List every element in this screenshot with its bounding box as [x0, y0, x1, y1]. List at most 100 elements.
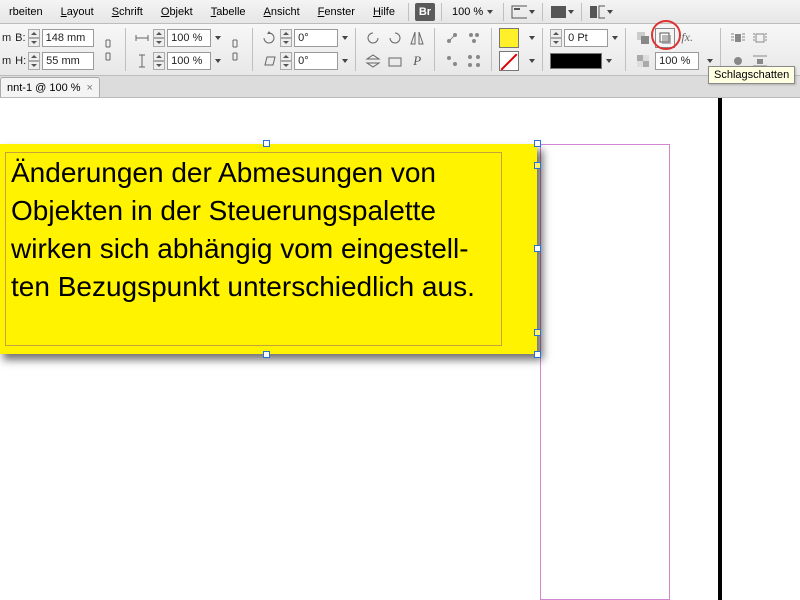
fill-swatch[interactable]	[499, 28, 519, 48]
menu-bar: rbeiten Layout Schrift Objekt Tabelle An…	[0, 0, 800, 24]
bridge-icon[interactable]: Br	[415, 3, 435, 21]
rotate-cw-icon[interactable]	[385, 28, 405, 48]
separator	[625, 28, 626, 71]
stroke-swatch[interactable]	[499, 51, 519, 71]
menu-separator	[503, 3, 504, 21]
opacity-field[interactable]: 100 %	[655, 52, 699, 70]
fill-stroke-column	[499, 26, 535, 73]
chevron-down-icon[interactable]	[529, 36, 535, 40]
rotate-field[interactable]: 0°	[294, 29, 338, 47]
chevron-down-icon[interactable]	[529, 59, 535, 63]
document-tab[interactable]: nnt-1 @ 100 % ×	[0, 77, 100, 97]
rotate-column: 0° 0°	[260, 26, 348, 73]
chevron-down-icon	[568, 10, 574, 14]
menu-hilfe[interactable]: Hilfe	[366, 4, 402, 20]
constrain-proportions-icon[interactable]	[98, 40, 118, 60]
scale-y-stepper[interactable]	[153, 52, 165, 70]
margin-guide	[540, 144, 670, 600]
shear-field[interactable]: 0°	[294, 52, 338, 70]
menu-separator	[542, 3, 543, 21]
shear-stepper[interactable]	[280, 52, 292, 70]
shear-icon	[260, 52, 278, 70]
separator	[720, 28, 721, 71]
height-label: H:	[15, 55, 26, 67]
select-container-icon[interactable]	[385, 51, 405, 71]
document-tab-title: nnt-1 @ 100 %	[7, 82, 81, 94]
scale-x-icon	[133, 29, 151, 47]
select-previous-icon[interactable]	[464, 28, 484, 48]
apply-effect-icon[interactable]	[633, 28, 653, 48]
stroke-column: 0 Pt	[550, 26, 618, 73]
menu-edit[interactable]: rbeiten	[2, 4, 50, 20]
chevron-down-icon	[215, 36, 221, 40]
opacity-icon	[633, 51, 653, 71]
stroke-style-swatch[interactable]	[550, 53, 602, 69]
chevron-down-icon	[342, 36, 348, 40]
view-options-button[interactable]	[510, 2, 536, 22]
selected-text-frame[interactable]: Änderungen der Abmesungen von Objekten i…	[0, 144, 537, 354]
width-field[interactable]: 148 mm	[42, 29, 94, 47]
screen-mode-button[interactable]	[549, 2, 575, 22]
flip-column: P	[363, 26, 427, 73]
document-canvas[interactable]: Änderungen der Abmesungen von Objekten i…	[0, 98, 800, 600]
zoom-combo[interactable]: 100 %	[448, 5, 497, 19]
height-stepper[interactable]	[28, 52, 40, 70]
wrap-none-icon[interactable]	[728, 28, 748, 48]
menu-fenster[interactable]: Fenster	[311, 4, 362, 20]
select-next-icon[interactable]	[442, 51, 462, 71]
chevron-down-icon	[342, 59, 348, 63]
chevron-down-icon[interactable]	[707, 59, 713, 63]
scale-x-stepper[interactable]	[153, 29, 165, 47]
page-edge	[718, 98, 722, 600]
menu-tabelle[interactable]: Tabelle	[204, 4, 253, 20]
size-column: B: 148 mm H: 55 mm	[15, 26, 94, 73]
chevron-down-icon	[487, 10, 493, 14]
text-frame-content[interactable]: Änderungen der Abmesungen von Objekten i…	[0, 144, 537, 316]
menu-layout[interactable]: Layout	[54, 4, 101, 20]
menu-schrift[interactable]: Schrift	[105, 4, 150, 20]
strokeweight-field[interactable]: 0 Pt	[564, 29, 608, 47]
select-content-icon[interactable]	[442, 28, 462, 48]
drop-shadow-button[interactable]	[655, 28, 675, 48]
control-panel: m m B: 148 mm H: 55 mm 100 % 100 %	[0, 24, 800, 76]
separator	[355, 28, 356, 71]
close-icon[interactable]: ×	[87, 82, 93, 94]
separator	[252, 28, 253, 71]
width-stepper[interactable]	[28, 29, 40, 47]
zoom-value: 100 %	[452, 6, 483, 18]
scale-x-field[interactable]: 100 %	[167, 29, 211, 47]
menu-objekt[interactable]: Objekt	[154, 4, 200, 20]
scale-column: 100 % 100 %	[133, 26, 221, 73]
paragraph-mode-icon[interactable]: P	[407, 51, 427, 71]
hierarchy-column	[442, 26, 484, 73]
separator	[434, 28, 435, 71]
width-label: B:	[15, 32, 25, 44]
tooltip-text: Schlagschatten	[714, 69, 789, 81]
rotate-ccw-icon[interactable]	[363, 28, 383, 48]
separator	[491, 28, 492, 71]
select-last-icon[interactable]	[464, 51, 484, 71]
menu-ansicht[interactable]: Ansicht	[257, 4, 307, 20]
chevron-down-icon	[607, 10, 613, 14]
wrap-bbox-icon[interactable]	[750, 28, 770, 48]
separator	[542, 28, 543, 71]
unit-column: m m	[2, 26, 11, 73]
unit-label: m	[2, 55, 11, 67]
chevron-down-icon	[215, 59, 221, 63]
height-field[interactable]: 55 mm	[42, 52, 94, 70]
chevron-down-icon	[606, 59, 612, 63]
scale-y-field[interactable]: 100 %	[167, 52, 211, 70]
scale-y-icon	[133, 52, 151, 70]
flip-v-icon[interactable]	[363, 51, 383, 71]
menu-separator	[408, 3, 409, 21]
fx-menu-icon[interactable]: fx.	[677, 28, 697, 48]
separator	[125, 28, 126, 71]
unit-label: m	[2, 32, 11, 44]
flip-h-icon[interactable]	[407, 28, 427, 48]
chevron-down-icon	[529, 10, 535, 14]
rotate-stepper[interactable]	[280, 29, 292, 47]
rotate-icon	[260, 29, 278, 47]
arrange-docs-button[interactable]	[588, 2, 614, 22]
strokeweight-stepper[interactable]	[550, 29, 562, 47]
constrain-scale-icon[interactable]	[225, 40, 245, 60]
